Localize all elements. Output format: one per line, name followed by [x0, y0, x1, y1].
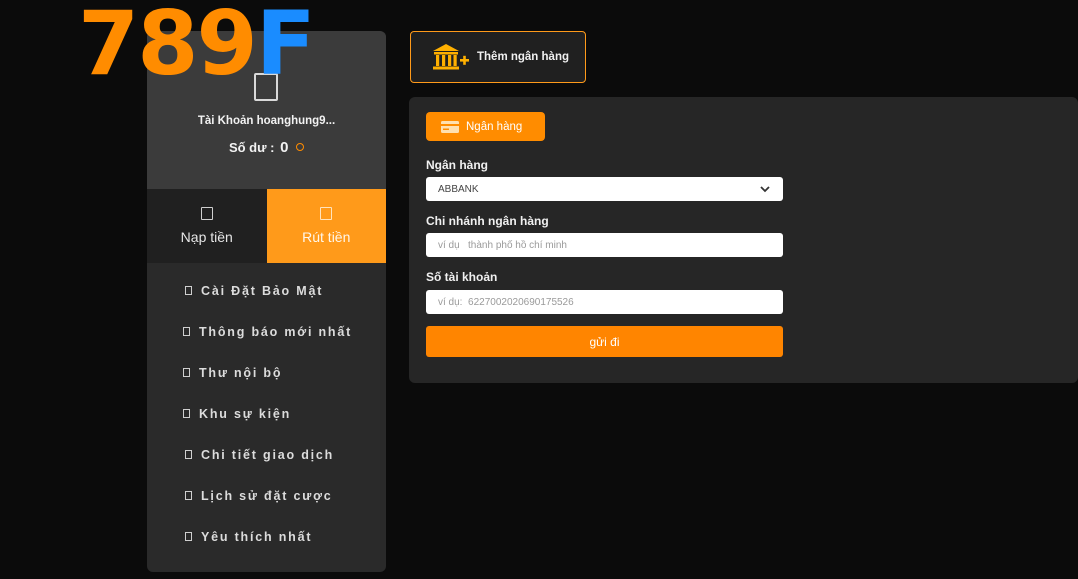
balance-label: Số dư : — [228, 140, 275, 155]
submit-button[interactable]: gửi đi — [426, 326, 783, 357]
menu-item-events[interactable]: Khu sự kiện — [147, 393, 386, 434]
menu-item-label: Khu sự kiện — [199, 406, 292, 421]
deposit-icon — [200, 207, 213, 220]
menu-item-label: Lịch sử đặt cược — [201, 488, 333, 503]
tab-withdraw[interactable]: Rút tiền — [266, 189, 386, 263]
balance-row: Số dư : 0 — [147, 139, 386, 156]
bank-plus-icon — [433, 44, 469, 70]
menu-item-label: Cài Đặt Bảo Mật — [201, 283, 324, 298]
brand-logo[interactable]: 789F — [78, 0, 316, 95]
bank-form-panel: Ngân hàng Ngân hàng ABBANK Chi nhánh ngâ… — [409, 97, 1078, 383]
withdraw-icon — [320, 207, 333, 220]
tab-deposit-label: Nạp tiền — [180, 229, 233, 245]
branch-label: Chi nhánh ngân hàng — [426, 214, 549, 228]
menu-item-label: Thông báo mới nhất — [199, 324, 353, 339]
bell-icon — [183, 327, 190, 336]
account-sidebar: Tài Khoản hoanghung9... Số dư : 0 Nạp ti… — [147, 31, 386, 572]
page: 789F Tài Khoản hoanghung9... Số dư : 0 N… — [0, 0, 1078, 579]
account-number-label: Số tài khoản — [426, 270, 498, 284]
add-bank-button[interactable]: Thêm ngân hàng — [410, 31, 586, 83]
tab-bank[interactable]: Ngân hàng — [426, 112, 545, 141]
menu-item-bet-history[interactable]: Lịch sử đặt cược — [147, 475, 386, 516]
menu-item-transactions[interactable]: Chi tiết giao dịch — [147, 434, 386, 475]
gift-icon — [183, 409, 190, 418]
heart-icon — [185, 532, 192, 541]
balance-value: 0 — [280, 139, 289, 156]
bank-select-label: Ngân hàng — [426, 158, 488, 172]
tab-withdraw-label: Rút tiền — [302, 229, 351, 245]
bank-select[interactable]: ABBANK — [426, 177, 783, 201]
branch-input[interactable] — [426, 233, 783, 257]
add-bank-label: Thêm ngân hàng — [477, 51, 569, 63]
logo-number: 789 — [78, 0, 258, 95]
logo-letter: F — [255, 0, 316, 95]
menu-item-inbox[interactable]: Thư nội bộ — [147, 352, 386, 393]
receipt-icon — [185, 450, 192, 459]
tab-deposit[interactable]: Nạp tiền — [147, 189, 267, 263]
menu-item-label: Chi tiết giao dịch — [201, 447, 335, 462]
bank-select-value: ABBANK — [438, 183, 479, 195]
account-name: Tài Khoản hoanghung9... — [197, 115, 336, 127]
chevron-down-icon — [760, 186, 770, 193]
history-icon — [185, 491, 192, 500]
wallet-tabs: Nạp tiền Rút tiền — [147, 189, 386, 263]
card-icon — [441, 120, 459, 133]
coin-icon — [296, 143, 305, 151]
sidebar-menu: Cài Đặt Bảo Mật Thông báo mới nhất Thư n… — [147, 263, 386, 557]
mail-icon — [183, 368, 190, 377]
tab-bank-label: Ngân hàng — [466, 120, 523, 133]
menu-item-label: Thư nội bộ — [199, 365, 283, 380]
menu-item-security[interactable]: Cài Đặt Bảo Mật — [147, 270, 386, 311]
menu-item-label: Yêu thích nhất — [201, 529, 313, 544]
account-number-input[interactable] — [426, 290, 783, 314]
menu-item-notifications[interactable]: Thông báo mới nhất — [147, 311, 386, 352]
menu-item-favorites[interactable]: Yêu thích nhất — [147, 516, 386, 557]
shield-icon — [185, 286, 192, 295]
